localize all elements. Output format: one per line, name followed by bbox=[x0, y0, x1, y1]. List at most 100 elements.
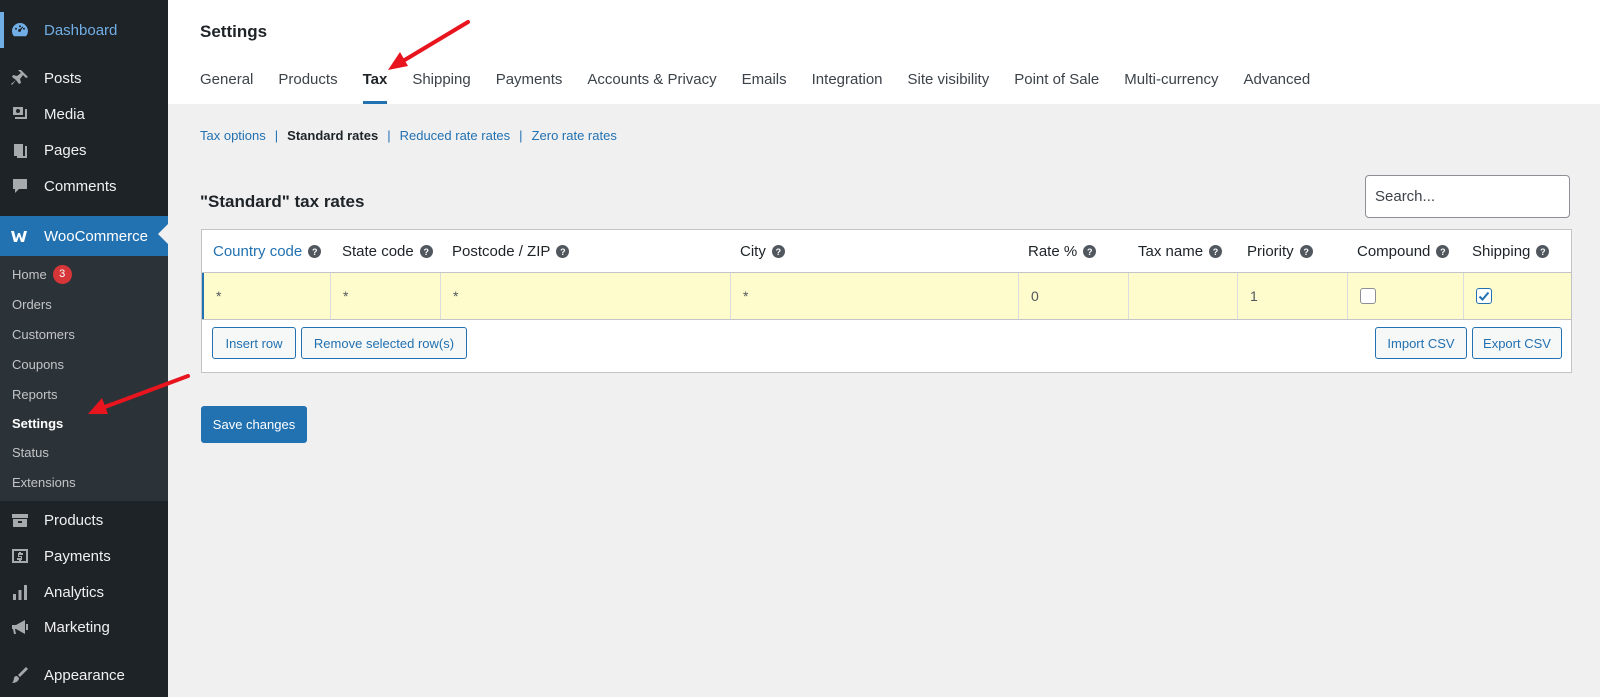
menu-item-pages[interactable]: Pages bbox=[0, 132, 168, 168]
tab-general[interactable]: General bbox=[200, 71, 253, 104]
submenu-label: Home bbox=[12, 266, 47, 282]
menu-label: Appearance bbox=[44, 666, 125, 684]
help-icon[interactable]: ? bbox=[771, 245, 785, 258]
header-tax-name: Tax name? bbox=[1138, 243, 1223, 260]
menu-label: Pages bbox=[44, 141, 87, 159]
admin-sidebar: Dashboard Posts Media Pages Comments Woo… bbox=[0, 0, 168, 697]
menu-item-analytics[interactable]: Analytics bbox=[0, 574, 168, 610]
header-label: State code bbox=[342, 243, 414, 260]
help-icon[interactable]: ? bbox=[308, 245, 322, 258]
help-icon[interactable]: ? bbox=[556, 245, 570, 258]
help-icon[interactable]: ? bbox=[1436, 245, 1450, 258]
page-title: Settings bbox=[200, 22, 268, 41]
submenu-label: Extensions bbox=[12, 474, 76, 490]
shipping-checkbox[interactable] bbox=[1476, 288, 1492, 304]
tax-subnav: Tax options | Standard rates | Reduced r… bbox=[200, 128, 617, 143]
help-icon[interactable]: ? bbox=[1536, 245, 1550, 258]
menu-item-appearance[interactable]: Appearance bbox=[0, 657, 168, 693]
submenu-item-reports[interactable]: Reports bbox=[12, 384, 58, 404]
checkmark-icon bbox=[1478, 291, 1490, 301]
menu-item-media[interactable]: Media bbox=[0, 96, 168, 132]
subnav-separator: | bbox=[519, 128, 523, 143]
pages-icon bbox=[8, 140, 32, 160]
comment-icon bbox=[8, 176, 32, 196]
table-header: Country code? State code? Postcode / ZIP… bbox=[202, 230, 1571, 273]
menu-item-marketing[interactable]: Marketing bbox=[0, 609, 168, 645]
import-csv-button[interactable]: Import CSV bbox=[1375, 327, 1467, 359]
subnav-separator: | bbox=[274, 128, 279, 143]
compound-checkbox[interactable] bbox=[1360, 288, 1376, 304]
menu-label: Posts bbox=[44, 69, 82, 87]
submenu-item-orders[interactable]: Orders bbox=[12, 294, 52, 314]
country-code-field[interactable]: * bbox=[202, 273, 331, 319]
header-priority: Priority? bbox=[1247, 243, 1313, 260]
compound-cell bbox=[1348, 273, 1464, 319]
dollar-icon bbox=[8, 546, 32, 566]
help-icon[interactable]: ? bbox=[1209, 245, 1223, 258]
submenu-item-settings[interactable]: Settings bbox=[12, 413, 63, 433]
priority-field[interactable]: 1 bbox=[1238, 273, 1348, 319]
menu-label: Media bbox=[44, 105, 85, 123]
header-label: Country code bbox=[213, 243, 303, 260]
menu-item-posts[interactable]: Posts bbox=[0, 60, 168, 96]
search-input[interactable] bbox=[1365, 175, 1570, 218]
submenu-label: Settings bbox=[12, 415, 64, 431]
header-state-code: State code? bbox=[342, 243, 433, 260]
menu-item-woocommerce[interactable]: WooCommerce bbox=[0, 216, 168, 256]
help-icon[interactable]: ? bbox=[1083, 245, 1097, 258]
menu-item-products[interactable]: Products bbox=[0, 502, 168, 538]
subnav-reduced-rate-rates[interactable]: Reduced rate rates bbox=[400, 128, 511, 143]
remove-rows-button[interactable]: Remove selected row(s) bbox=[301, 327, 467, 359]
submenu-item-status[interactable]: Status bbox=[12, 442, 49, 462]
submenu-item-home[interactable]: Home 3 bbox=[12, 264, 72, 284]
submenu-label: Orders bbox=[12, 296, 52, 312]
tab-accounts-privacy[interactable]: Accounts & Privacy bbox=[587, 71, 716, 104]
menu-label: Marketing bbox=[44, 618, 110, 636]
tab-products[interactable]: Products bbox=[278, 71, 337, 104]
tab-advanced[interactable]: Advanced bbox=[1243, 71, 1310, 104]
submenu-label: Coupons bbox=[12, 356, 65, 372]
submenu-item-customers[interactable]: Customers bbox=[12, 324, 75, 344]
tab-integration[interactable]: Integration bbox=[812, 71, 883, 104]
tax-name-field[interactable] bbox=[1129, 273, 1238, 319]
postcode-field[interactable]: * bbox=[441, 273, 731, 319]
submenu-item-coupons[interactable]: Coupons bbox=[12, 354, 64, 374]
menu-label: Payments bbox=[44, 547, 111, 565]
menu-label: Dashboard bbox=[44, 21, 118, 39]
header-rate: Rate %? bbox=[1028, 243, 1097, 260]
insert-row-button[interactable]: Insert row bbox=[212, 327, 296, 359]
subnav-zero-rate-rates[interactable]: Zero rate rates bbox=[532, 128, 617, 143]
menu-item-comments[interactable]: Comments bbox=[0, 168, 168, 204]
menu-item-payments[interactable]: Payments bbox=[0, 538, 168, 574]
state-code-field[interactable]: * bbox=[331, 273, 441, 319]
city-field[interactable]: * bbox=[731, 273, 1019, 319]
submenu-item-extensions[interactable]: Extensions bbox=[12, 472, 76, 492]
header-label: Priority bbox=[1247, 243, 1294, 260]
pin-icon bbox=[8, 68, 32, 88]
save-changes-button[interactable]: Save changes bbox=[201, 406, 307, 443]
subnav-tax-options[interactable]: Tax options bbox=[200, 128, 266, 143]
annotation-arrow-icon bbox=[88, 374, 190, 414]
menu-item-dashboard[interactable]: Dashboard bbox=[0, 12, 168, 48]
submenu-label: Customers bbox=[12, 326, 75, 342]
tab-payments[interactable]: Payments bbox=[496, 71, 563, 104]
header-label: Tax name bbox=[1138, 243, 1204, 260]
tab-multi-currency[interactable]: Multi-currency bbox=[1124, 71, 1218, 104]
rate-field[interactable]: 0 bbox=[1019, 273, 1129, 319]
header-country-code[interactable]: Country code? bbox=[213, 243, 322, 260]
section-title: "Standard" tax rates bbox=[200, 192, 365, 211]
tab-point-of-sale[interactable]: Point of Sale bbox=[1014, 71, 1099, 104]
header-label: Postcode / ZIP bbox=[452, 243, 551, 260]
dashboard-icon bbox=[8, 20, 32, 40]
help-icon[interactable]: ? bbox=[419, 245, 433, 258]
bar-chart-icon bbox=[8, 582, 32, 602]
tax-rates-table: Country code? State code? Postcode / ZIP… bbox=[201, 229, 1572, 373]
header-label: City bbox=[740, 243, 766, 260]
tab-emails[interactable]: Emails bbox=[742, 71, 787, 104]
header-postcode: Postcode / ZIP? bbox=[452, 243, 570, 260]
export-csv-button[interactable]: Export CSV bbox=[1472, 327, 1562, 359]
tab-site-visibility[interactable]: Site visibility bbox=[908, 71, 990, 104]
help-icon[interactable]: ? bbox=[1299, 245, 1313, 258]
paintbrush-icon bbox=[8, 665, 32, 685]
header-compound: Compound? bbox=[1357, 243, 1450, 260]
